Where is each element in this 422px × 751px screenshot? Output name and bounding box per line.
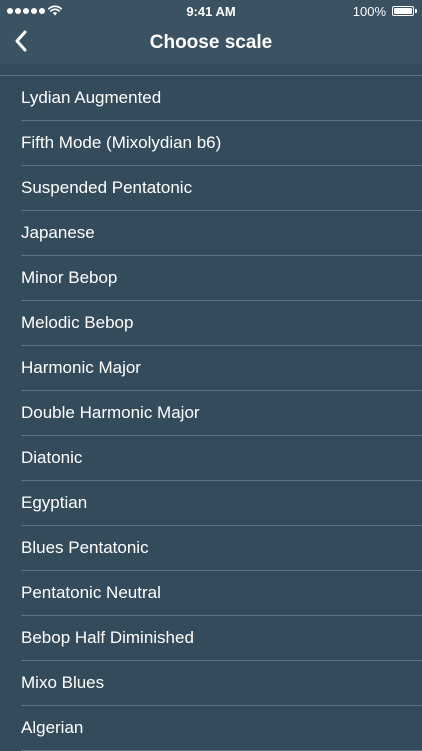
battery-percent: 100% (352, 4, 386, 19)
scale-item-label: Suspended Pentatonic (21, 178, 193, 197)
scale-item-label: Egyptian (21, 493, 88, 512)
scale-item-fifth-mode[interactable]: Fifth Mode (Mixolydian b6) (21, 121, 422, 166)
scale-item-label: Mixo Blues (21, 673, 105, 692)
scale-item-label: Japanese (21, 223, 95, 242)
scale-item-label: Lydian Augmented (21, 88, 162, 107)
scale-item-minor-bebop[interactable]: Minor Bebop (21, 256, 422, 301)
status-bar: 9:41 AM 100% (0, 0, 422, 22)
scale-item-bebop-half-diminished[interactable]: Bebop Half Diminished (21, 616, 422, 661)
scale-item-label: Diatonic (21, 448, 83, 467)
scale-item-blues-pentatonic[interactable]: Blues Pentatonic (21, 526, 422, 571)
scale-item-algerian[interactable]: Algerian (21, 706, 422, 751)
nav-bar: Choose scale (0, 22, 422, 64)
scale-item-label: Pentatonic Neutral (21, 583, 161, 602)
scale-item-egyptian[interactable]: Egyptian (21, 481, 422, 526)
page-title: Choose scale (149, 32, 273, 53)
scale-item-mixo-blues[interactable]: Mixo Blues (21, 661, 422, 706)
scale-list: Lydian Augmented Fifth Mode (Mixolydian … (0, 75, 422, 751)
scale-item-double-harmonic-major[interactable]: Double Harmonic Major (21, 391, 422, 436)
scale-item-harmonic-major[interactable]: Harmonic Major (21, 346, 422, 391)
scale-item-label: Fifth Mode (Mixolydian b6) (21, 133, 222, 152)
scale-item-label: Blues Pentatonic (21, 538, 149, 557)
scale-item-label: Melodic Bebop (21, 313, 134, 332)
scale-item-label: Algerian (21, 718, 84, 737)
scale-item-label: Minor Bebop (21, 268, 118, 287)
scale-item-diatonic[interactable]: Diatonic (21, 436, 422, 481)
scale-item-lydian-augmented[interactable]: Lydian Augmented (21, 76, 422, 121)
scale-item-suspended-pentatonic[interactable]: Suspended Pentatonic (21, 166, 422, 211)
scale-item-label: Bebop Half Diminished (21, 628, 194, 647)
scale-item-label: Double Harmonic Major (21, 403, 200, 422)
scale-item-label: Harmonic Major (21, 358, 141, 377)
scale-item-japanese[interactable]: Japanese (21, 211, 422, 256)
battery-icon (392, 6, 417, 16)
scale-item-pentatonic-neutral[interactable]: Pentatonic Neutral (21, 571, 422, 616)
scale-item-melodic-bebop[interactable]: Melodic Bebop (21, 301, 422, 346)
